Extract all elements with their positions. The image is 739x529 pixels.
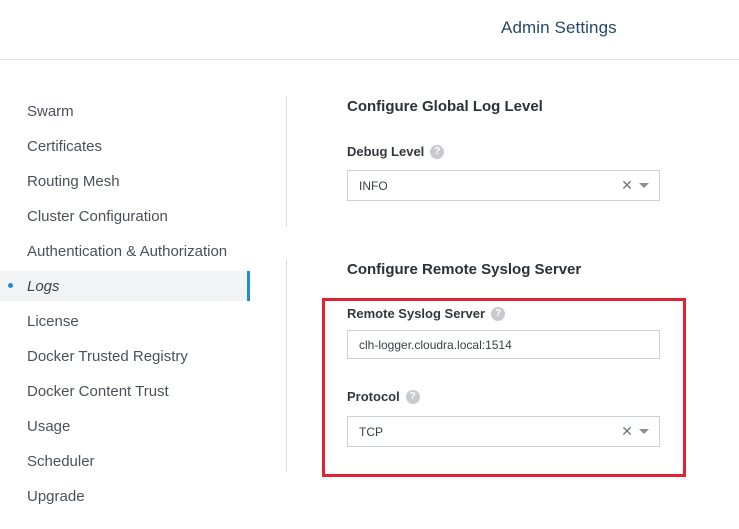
question-circle-icon[interactable]: ? bbox=[491, 306, 506, 321]
sidebar-item-label: Docker Trusted Registry bbox=[27, 348, 188, 365]
protocol-value: TCP bbox=[359, 424, 383, 439]
question-circle-icon[interactable]: ? bbox=[405, 389, 420, 404]
sidebar-item-label: Scheduler bbox=[27, 453, 95, 470]
sidebar-item-label: Usage bbox=[27, 418, 71, 435]
remote-syslog-server-input[interactable]: clh-logger.cloudra.local:1514 bbox=[347, 330, 660, 359]
debug-level-value: INFO bbox=[359, 178, 388, 193]
sidebar-item-label: License bbox=[27, 313, 79, 330]
sidebar-item-scheduler[interactable]: Scheduler bbox=[0, 444, 250, 479]
sidebar-item-label: Certificates bbox=[27, 138, 103, 155]
sidebar-item-label: Swarm bbox=[27, 103, 74, 120]
question-circle-icon[interactable]: ? bbox=[430, 144, 445, 159]
sidebar-item-license[interactable]: License bbox=[0, 304, 250, 339]
chevron-down-icon[interactable] bbox=[639, 183, 649, 188]
clear-x-icon[interactable]: ✕ bbox=[620, 177, 634, 194]
sidebar-item-upgrade[interactable]: Upgrade bbox=[0, 479, 250, 514]
admin-settings-page: Admin Settings Swarm Certificates Routin… bbox=[0, 0, 739, 529]
highlight-box bbox=[322, 298, 686, 477]
sidebar-item-label: Authentication & Authorization bbox=[27, 243, 228, 260]
sidebar-item-swarm[interactable]: Swarm bbox=[0, 94, 250, 129]
protocol-select[interactable]: TCP ✕ bbox=[347, 416, 660, 447]
sidebar-item-label: Cluster Configuration bbox=[27, 208, 168, 225]
section-divider bbox=[286, 96, 287, 227]
debug-level-label: Debug Level ? bbox=[347, 144, 445, 159]
section-divider bbox=[286, 259, 287, 472]
sidebar-item-docker-content-trust[interactable]: Docker Content Trust bbox=[0, 374, 250, 409]
sidebar-item-label: Upgrade bbox=[27, 488, 85, 505]
sidebar-item-label: Docker Content Trust bbox=[27, 383, 169, 400]
sidebar-item-label: Logs bbox=[27, 277, 60, 295]
sidebar-item-certificates[interactable]: Certificates bbox=[0, 129, 250, 164]
protocol-label: Protocol ? bbox=[347, 389, 420, 404]
protocol-label-text: Protocol bbox=[347, 389, 400, 404]
remote-syslog-server-label: Remote Syslog Server ? bbox=[347, 306, 506, 321]
debug-level-select[interactable]: INFO ✕ bbox=[347, 170, 660, 201]
clear-x-icon[interactable]: ✕ bbox=[620, 423, 634, 440]
remote-syslog-section-title: Configure Remote Syslog Server bbox=[347, 261, 582, 278]
remote-syslog-server-value: clh-logger.cloudra.local:1514 bbox=[359, 337, 512, 352]
sidebar-item-cluster-configuration[interactable]: Cluster Configuration bbox=[0, 199, 250, 234]
debug-level-label-text: Debug Level bbox=[347, 144, 425, 159]
chevron-down-icon[interactable] bbox=[639, 429, 649, 434]
active-indicator-dot bbox=[8, 283, 13, 288]
sidebar-nav: Swarm Certificates Routing Mesh Cluster … bbox=[0, 94, 250, 514]
sidebar-item-label: Routing Mesh bbox=[27, 173, 120, 190]
header: Admin Settings bbox=[0, 0, 739, 60]
sidebar-item-docker-trusted-registry[interactable]: Docker Trusted Registry bbox=[0, 339, 250, 374]
remote-syslog-server-label-text: Remote Syslog Server bbox=[347, 306, 486, 321]
sidebar-item-routing-mesh[interactable]: Routing Mesh bbox=[0, 164, 250, 199]
global-log-section-title: Configure Global Log Level bbox=[347, 98, 543, 115]
sidebar-item-authentication[interactable]: Authentication & Authorization bbox=[0, 234, 250, 269]
sidebar-item-usage[interactable]: Usage bbox=[0, 409, 250, 444]
page-title: Admin Settings bbox=[501, 18, 617, 37]
sidebar-item-logs[interactable]: Logs bbox=[0, 271, 250, 301]
